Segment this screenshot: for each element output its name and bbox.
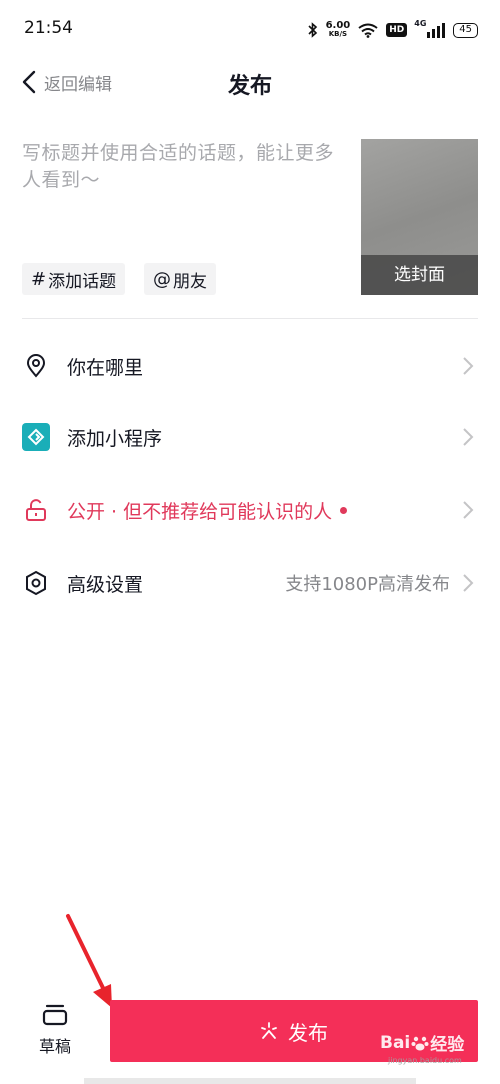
battery-indicator: 45 bbox=[453, 22, 478, 38]
advanced-settings-value: 支持1080P高清发布 bbox=[285, 574, 450, 595]
mini-program-label: 添加小程序 bbox=[67, 427, 163, 450]
add-topic-label: 添加话题 bbox=[48, 271, 117, 292]
divider bbox=[22, 318, 478, 319]
page-title: 发布 bbox=[227, 74, 272, 99]
unlock-icon bbox=[22, 496, 50, 524]
baidu-watermark: Bai 经验 bbox=[380, 1032, 465, 1056]
draft-label: 草稿 bbox=[38, 1037, 71, 1056]
nav-bar: 返回编辑 发布 bbox=[0, 60, 500, 104]
caption-input[interactable]: 写标题并使用合适的话题，能让更多人看到～ bbox=[22, 140, 342, 194]
watermark-url: jingyan.baidu.com bbox=[388, 1056, 462, 1065]
notification-dot bbox=[340, 506, 348, 514]
bottom-strip bbox=[84, 1078, 416, 1084]
chevron-right-icon bbox=[463, 501, 474, 519]
mini-program-icon bbox=[22, 423, 50, 451]
hd-badge: HD bbox=[386, 23, 408, 37]
location-label: 你在哪里 bbox=[67, 356, 144, 379]
privacy-label: 公开 · 但不推荐给可能认识的人 bbox=[67, 497, 348, 524]
hashtag-icon: # bbox=[31, 268, 47, 290]
hexagon-settings-icon bbox=[22, 569, 50, 597]
mention-friend-chip[interactable]: @ 朋友 bbox=[144, 263, 216, 295]
cover-selector[interactable]: 选封面 bbox=[361, 139, 478, 295]
status-icons: 6.00 KB/S HD 4G 45 bbox=[307, 18, 478, 42]
paw-icon bbox=[411, 1036, 429, 1050]
cover-label: 选封面 bbox=[361, 255, 478, 295]
advanced-settings-row[interactable]: 高级设置 支持1080P高清发布 bbox=[0, 555, 500, 611]
cellular-signal-icon: 4G bbox=[414, 19, 446, 38]
advanced-settings-label: 高级设置 bbox=[67, 573, 144, 596]
status-bar: 21:54 6.00 KB/S HD 4G 45 bbox=[0, 0, 500, 60]
mini-program-row[interactable]: 添加小程序 bbox=[0, 409, 500, 465]
location-pin-icon bbox=[22, 352, 50, 380]
chevron-right-icon bbox=[463, 428, 474, 446]
publish-label: 发布 bbox=[288, 1020, 328, 1045]
sparkle-icon bbox=[261, 1022, 277, 1039]
at-icon: @ bbox=[153, 268, 171, 290]
add-topic-chip[interactable]: # 添加话题 bbox=[22, 263, 126, 295]
bluetooth-icon bbox=[307, 22, 317, 38]
status-time: 21:54 bbox=[24, 18, 73, 38]
network-speed: 6.00 KB/S bbox=[325, 20, 351, 39]
privacy-row[interactable]: 公开 · 但不推荐给可能认识的人 bbox=[0, 482, 500, 538]
chevron-right-icon bbox=[463, 357, 474, 375]
draft-box-icon bbox=[42, 1004, 68, 1026]
location-row[interactable]: 你在哪里 bbox=[0, 338, 500, 394]
draft-button[interactable]: 草稿 bbox=[24, 1003, 86, 1065]
mention-friend-label: 朋友 bbox=[173, 271, 207, 292]
chevron-right-icon bbox=[463, 574, 474, 592]
wifi-icon bbox=[358, 23, 378, 38]
red-arrow-annotation bbox=[66, 914, 112, 1008]
